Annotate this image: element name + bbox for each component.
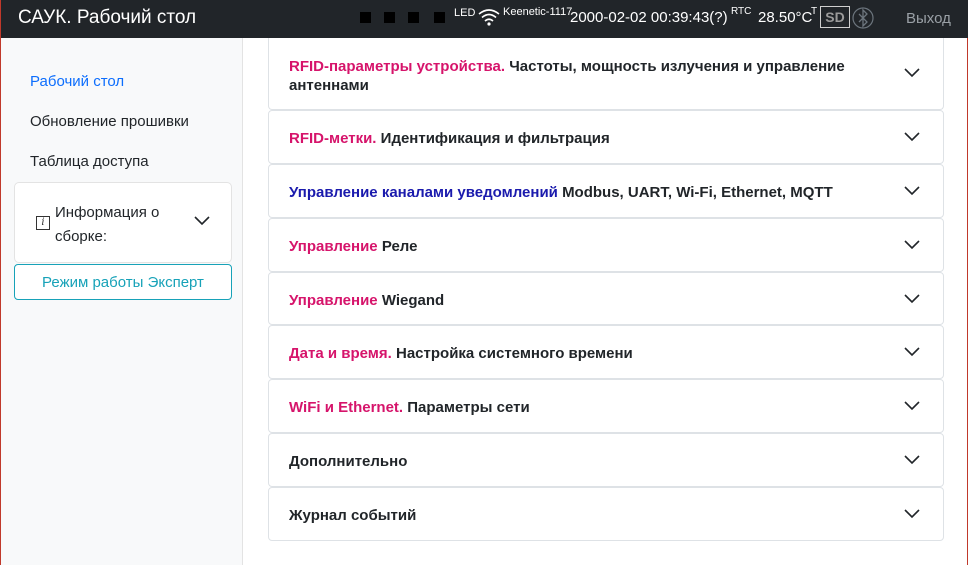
accordion-item-wiegand[interactable]: Управление Wiegand — [268, 272, 944, 325]
accordion-title: Управление Wiegand — [289, 291, 879, 310]
app-title[interactable]: САУК. Рабочий стол — [18, 7, 196, 29]
accordion-text: Параметры сети — [407, 399, 530, 416]
indicator-square-2 — [384, 12, 395, 23]
accordion-highlight: Дата и время. — [289, 345, 392, 362]
build-info-toggle[interactable]: i Информация о сборке: — [14, 182, 232, 263]
chevron-down-icon — [904, 401, 920, 411]
accordion-title: Управление каналами уведомлений Modbus, … — [289, 183, 879, 202]
accordion-title: Дополнительно — [289, 452, 879, 471]
info-icon: i — [36, 216, 50, 230]
accordion-highlight: RFID-параметры устройства. — [289, 58, 506, 75]
accordion-title: Управление Реле — [289, 237, 879, 256]
accordion-text: Журнал событий — [289, 507, 417, 524]
accordion-text: Идентификация и фильтрация — [380, 130, 610, 147]
chevron-down-icon — [904, 132, 920, 142]
network-name: Keenetic-1117 — [503, 6, 573, 18]
accordion-text: Реле — [381, 238, 418, 255]
chevron-down-icon — [904, 455, 920, 465]
accordion-item-date-time[interactable]: Дата и время. Настройка системного време… — [268, 325, 944, 379]
led-label: LED — [454, 7, 476, 19]
accordion-item-rfid-params[interactable]: RFID-параметры устройства. Частоты, мощн… — [268, 38, 944, 110]
wifi-icon — [478, 9, 500, 26]
accordion-title: WiFi и Ethernet. Параметры сети — [289, 398, 879, 417]
bluetooth-icon — [852, 7, 874, 29]
temperature-display: 28.50°C — [758, 9, 813, 26]
accordion-title: RFID-метки. Идентификация и фильтрация — [289, 129, 879, 148]
sidebar-item-access-table[interactable]: Таблица доступа — [30, 153, 149, 170]
accordion-highlight: Управление — [289, 292, 378, 309]
rtc-label: RTC — [731, 6, 752, 17]
sidebar-item-dashboard[interactable]: Рабочий стол — [30, 73, 124, 90]
accordion-title: RFID-параметры устройства. Частоты, мощн… — [289, 57, 879, 95]
accordion-item-network[interactable]: WiFi и Ethernet. Параметры сети — [268, 379, 944, 433]
datetime-display: 2000-02-02 00:39:43(?) — [570, 9, 728, 26]
chevron-down-icon — [904, 294, 920, 304]
accordion-highlight: Управление каналами уведомлений — [289, 184, 558, 201]
accordion-title: Дата и время. Настройка системного време… — [289, 344, 879, 363]
chevron-down-icon — [904, 68, 920, 78]
temperature-sup: T — [811, 6, 818, 17]
accordion-text: Wiegand — [381, 292, 445, 309]
accordion-text: Настройка системного времени — [396, 345, 633, 362]
build-info-label: Информация о сборке: — [55, 204, 160, 245]
chevron-down-icon — [194, 216, 210, 226]
chevron-down-icon — [904, 186, 920, 196]
sidebar-item-firmware-update[interactable]: Обновление прошивки — [30, 113, 189, 130]
accordion-highlight: Управление — [289, 238, 378, 255]
indicator-square-3 — [408, 12, 419, 23]
accordion-text: Дополнительно — [289, 453, 408, 470]
accordion-item-notification-channels[interactable]: Управление каналами уведомлений Modbus, … — [268, 164, 944, 218]
indicator-square-1 — [360, 12, 371, 23]
sd-label: SD — [825, 9, 845, 25]
accordion-highlight: WiFi и Ethernet. — [289, 399, 404, 416]
accordion-item-rfid-tags[interactable]: RFID-метки. Идентификация и фильтрация — [268, 110, 944, 164]
top-navbar: САУК. Рабочий стол LED Keenetic-1117 200… — [1, 0, 968, 38]
logout-link[interactable]: Выход — [906, 10, 951, 27]
accordion-item-additional[interactable]: Дополнительно — [268, 433, 944, 487]
chevron-down-icon — [904, 509, 920, 519]
sd-card-badge: SD — [820, 6, 850, 28]
chevron-down-icon — [904, 347, 920, 357]
indicator-square-4 — [434, 12, 445, 23]
accordion-highlight: RFID-метки. — [289, 130, 377, 147]
accordion-item-relay[interactable]: Управление Реле — [268, 218, 944, 272]
accordion-item-event-log[interactable]: Журнал событий — [268, 487, 944, 541]
chevron-down-icon — [904, 240, 920, 250]
settings-accordion: RFID-параметры устройства. Частоты, мощн… — [268, 38, 944, 541]
accordion-title: Журнал событий — [289, 506, 879, 525]
expert-mode-button[interactable]: Режим работы Эксперт — [14, 264, 232, 300]
sidebar: Рабочий стол Обновление прошивки Таблица… — [1, 38, 243, 565]
accordion-text: Modbus, UART, Wi-Fi, Ethernet, MQTT — [562, 184, 833, 201]
